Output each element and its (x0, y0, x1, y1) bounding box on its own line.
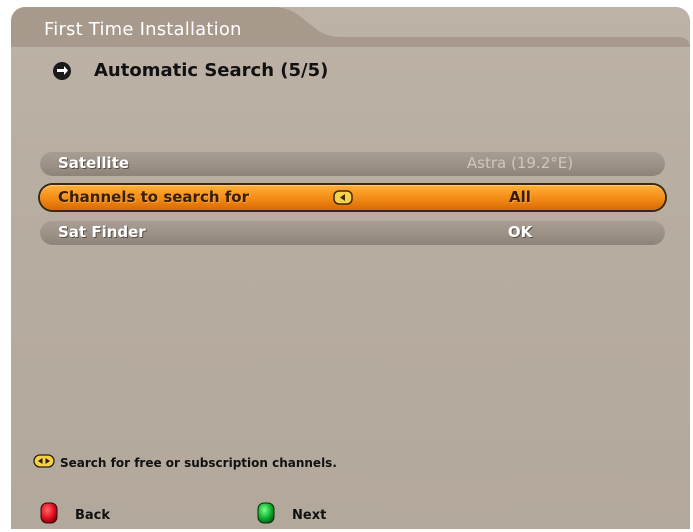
back-button[interactable]: Back (40, 502, 110, 528)
step-header: Automatic Search (5/5) (52, 60, 328, 81)
help-hint: Search for free or subscription channels… (33, 453, 337, 472)
menu-row-satellite[interactable]: Satellite Astra (19.2°E) (40, 151, 665, 176)
menu-row-value: All (509, 188, 531, 206)
red-button-icon (40, 502, 58, 528)
help-text: Search for free or subscription channels… (60, 455, 337, 470)
installation-panel: First Time Installation Automatic Search… (11, 7, 690, 529)
next-label: Next (292, 507, 327, 523)
page-title: First Time Installation (44, 19, 242, 40)
menu-row-label: Satellite (58, 154, 130, 172)
next-button[interactable]: Next (257, 502, 326, 528)
menu-row-label: Channels to search for (58, 188, 249, 206)
menu-row-channels-to-search[interactable]: Channels to search for All (40, 185, 665, 210)
back-label: Back (75, 507, 111, 523)
menu-row-sat-finder[interactable]: Sat Finder OK (40, 220, 665, 245)
arrow-circle-icon (52, 61, 72, 81)
left-arrow-icon[interactable] (333, 190, 353, 205)
menu-row-value: Astra (19.2°E) (466, 154, 574, 172)
step-title: Automatic Search (5/5) (94, 60, 329, 81)
menu-row-value: OK (507, 223, 533, 241)
left-right-arrows-icon (33, 453, 55, 472)
menu-row-label: Sat Finder (58, 223, 146, 241)
green-button-icon (257, 502, 275, 528)
